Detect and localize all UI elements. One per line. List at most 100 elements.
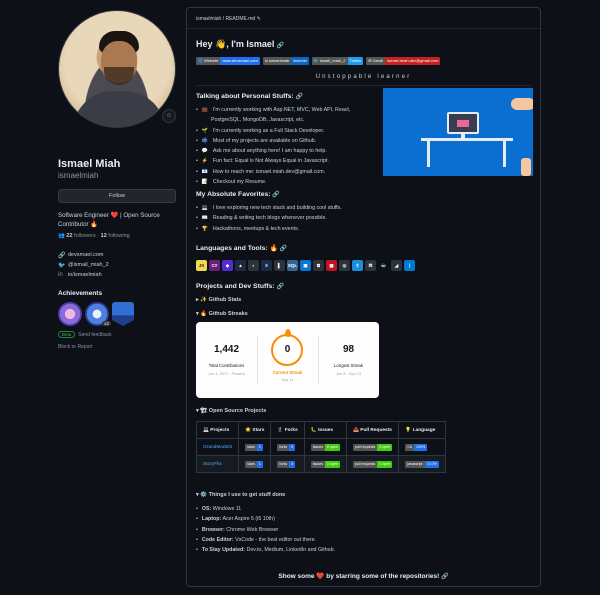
linkedin-text[interactable]: in/ismaelmiah: [68, 272, 102, 278]
profile-info-list: 🔗 devsmael.com 🐦 @ismail_miah_2 in in/ismae…: [58, 250, 178, 280]
tool-icon[interactable]: ⧉: [313, 260, 324, 271]
tool-icon[interactable]: ▣: [300, 260, 311, 271]
tool-icon[interactable]: ▲: [235, 260, 246, 271]
anchor-link-icon[interactable]: 🔗: [441, 574, 448, 580]
tool-icon[interactable]: ⇧: [352, 260, 363, 271]
personal-item-text: I'm currently working as a Full Stack De…: [212, 127, 325, 134]
tool-icon[interactable]: ◎: [339, 260, 350, 271]
emoji-icon: 📖: [201, 215, 209, 222]
following-count[interactable]: 12: [101, 233, 107, 239]
forks-badge-value: 0: [289, 460, 296, 468]
anchor-link-icon[interactable]: 🔗: [272, 192, 279, 198]
table-row: StoryFlix stars 1 forks 0 issues 0 open pull re…: [195, 455, 446, 473]
achievement-badge-icon[interactable]: x2: [85, 302, 111, 326]
personal-item: • 📝 Checkout my Resume.: [196, 177, 350, 187]
stars-badge[interactable]: stars 1: [245, 460, 263, 468]
status-emoji-icon[interactable]: ☺: [162, 109, 176, 123]
forks-badge[interactable]: forks 0: [277, 460, 296, 468]
contact-badges: 🌐 Website www.devsmael.com in ismaelmiah li…: [196, 57, 441, 65]
achievement-badge-icon[interactable]: [112, 302, 134, 326]
forks-cell: forks 0: [270, 438, 305, 456]
things-toggle[interactable]: ▾ ⚙️ Things I use to get stuff done: [196, 492, 285, 498]
github-stats-toggle[interactable]: ▸ ✨ Github Stats: [196, 297, 241, 303]
issues-badge[interactable]: issues 0 open: [310, 460, 340, 468]
website-text[interactable]: devsmael.com: [68, 252, 103, 258]
twitter-link[interactable]: 🐦 @ismail_miah_2: [58, 260, 178, 270]
personal-item-text: Ask me about anything here! I am happy t…: [212, 148, 327, 155]
things-value: Dev.to, Medium, LinkedIn and Github.: [245, 547, 336, 554]
tool-icon[interactable]: ▦: [326, 260, 337, 271]
readme-path-text[interactable]: ismaelmiah / README.md: [196, 16, 255, 22]
issues-badge-value: 0 open: [324, 443, 340, 451]
tool-icon[interactable]: ⟩: [404, 260, 415, 271]
favorites-title: My Absolute Favorites:: [196, 191, 271, 198]
emoji-icon: 💼: [201, 107, 209, 113]
flame-icon: [285, 329, 291, 337]
tool-icon[interactable]: ⌘: [365, 260, 376, 271]
website-link[interactable]: 🔗 devsmael.com: [58, 250, 178, 260]
tool-icon[interactable]: ◆: [222, 260, 233, 271]
open-source-toggle[interactable]: ▾ 🏗 Open Source Projects: [196, 408, 266, 414]
tool-icon[interactable]: ▌: [274, 260, 285, 271]
emoji-icon: 📫: [201, 137, 209, 144]
streak-card: 1,442 Total Contributions Jun 1, 2017 - …: [196, 322, 379, 398]
github-streaks-toggle[interactable]: ▾ 🔥 Github Streaks: [196, 311, 248, 317]
anchor-link-icon[interactable]: 🔗: [280, 246, 287, 252]
stars-badge[interactable]: stars 1: [245, 443, 263, 451]
follow-button[interactable]: Follow: [58, 189, 176, 203]
prs-badge[interactable]: pull requests 0 open: [352, 443, 393, 451]
tool-icon[interactable]: 🐳: [378, 260, 389, 271]
following-label[interactable]: following: [108, 233, 129, 239]
avatar[interactable]: [58, 10, 176, 128]
favorite-item-text: Hackathons, meetups & tech events.: [212, 225, 300, 232]
forks-badge[interactable]: forks 0: [277, 443, 296, 451]
anchor-link-icon[interactable]: 🔗: [276, 284, 283, 290]
follow-counts: 👥 22 followers · 12 following: [58, 233, 130, 239]
tool-icon[interactable]: ◐: [248, 260, 259, 271]
personal-item-text: Most of my projects are available on Git…: [212, 137, 317, 144]
edit-icon[interactable]: ✎: [257, 16, 261, 22]
tool-icon[interactable]: ⚛: [261, 260, 272, 271]
things-item: • OS: Windows 11: [196, 504, 335, 514]
projects-title: Projects and Dev Stuffs:: [196, 283, 275, 290]
project-cell: StoryFlix: [195, 455, 240, 473]
twitter-text[interactable]: @ismail_miah_2: [68, 262, 109, 268]
tool-icon[interactable]: JS: [196, 260, 207, 271]
projects-table: 💻 Projects ⭐ Stars 🍴 Forks 🐛 Issues 📥 Pull R…: [195, 421, 446, 473]
streak-total: 1,442 Total Contributions Jun 1, 2017 - …: [196, 322, 257, 398]
send-feedback-link[interactable]: Send feedback: [78, 332, 111, 338]
emoji-icon: 📧: [201, 168, 209, 175]
project-link[interactable]: StoryFlix: [203, 462, 222, 467]
things-item: • To Stay Updated: Dev.to, Medium, Linked…: [196, 545, 335, 555]
anchor-link-icon[interactable]: 🔗: [296, 94, 303, 100]
tool-icon[interactable]: C#: [209, 260, 220, 271]
contact-badge[interactable]: 🌐 Website www.devsmael.com: [196, 57, 260, 65]
prs-badge[interactable]: pull requests 0 open: [352, 460, 393, 468]
achievement-badge-icon[interactable]: [58, 302, 82, 326]
project-link[interactable]: GrandModel3: [203, 445, 232, 450]
readme-greeting: Hey 👋, I'm Ismael 🔗: [196, 39, 284, 50]
tool-icon[interactable]: ◢: [391, 260, 402, 271]
things-item-text: To Stay Updated: Dev.to, Medium, LinkedI…: [202, 545, 335, 555]
followers-label[interactable]: followers: [74, 233, 96, 239]
footer-text: Show some ❤️ by starring some of the rep…: [278, 573, 440, 580]
things-label: ⚙️ Things I use to get stuff done: [200, 492, 286, 498]
longest-streak-label: Longest Streak: [334, 363, 363, 368]
emoji-icon: [200, 115, 207, 125]
contact-badge[interactable]: ✉ Gmail ismael.miah.dev@gmail.com: [366, 57, 441, 65]
contact-badge[interactable]: 🐦 ismail_miah_2 Twitter: [311, 57, 364, 65]
anchor-link-icon[interactable]: 🔗: [277, 43, 284, 49]
followers-count[interactable]: 22: [66, 233, 72, 239]
languages-title: Languages and Tools: 🔥: [196, 245, 278, 252]
block-report-link[interactable]: Block or Report: [58, 344, 178, 350]
linkedin-link[interactable]: in in/ismaelmiah: [58, 270, 178, 280]
stars-badge-label: stars: [245, 443, 257, 451]
contact-badge[interactable]: in ismaelmiah linkedin: [262, 57, 309, 65]
bullet: •: [196, 526, 198, 533]
achievements-title[interactable]: Achievements: [58, 290, 178, 297]
issues-badge[interactable]: issues 0 open: [310, 443, 340, 451]
things-item: • Laptop: Acer Aspire 5 (i5 10th): [196, 514, 335, 524]
tool-icon[interactable]: SQL: [287, 260, 298, 271]
lang-badge[interactable]: javascript 72.0%: [405, 460, 439, 468]
lang-badge[interactable]: C# 100%: [405, 443, 428, 451]
